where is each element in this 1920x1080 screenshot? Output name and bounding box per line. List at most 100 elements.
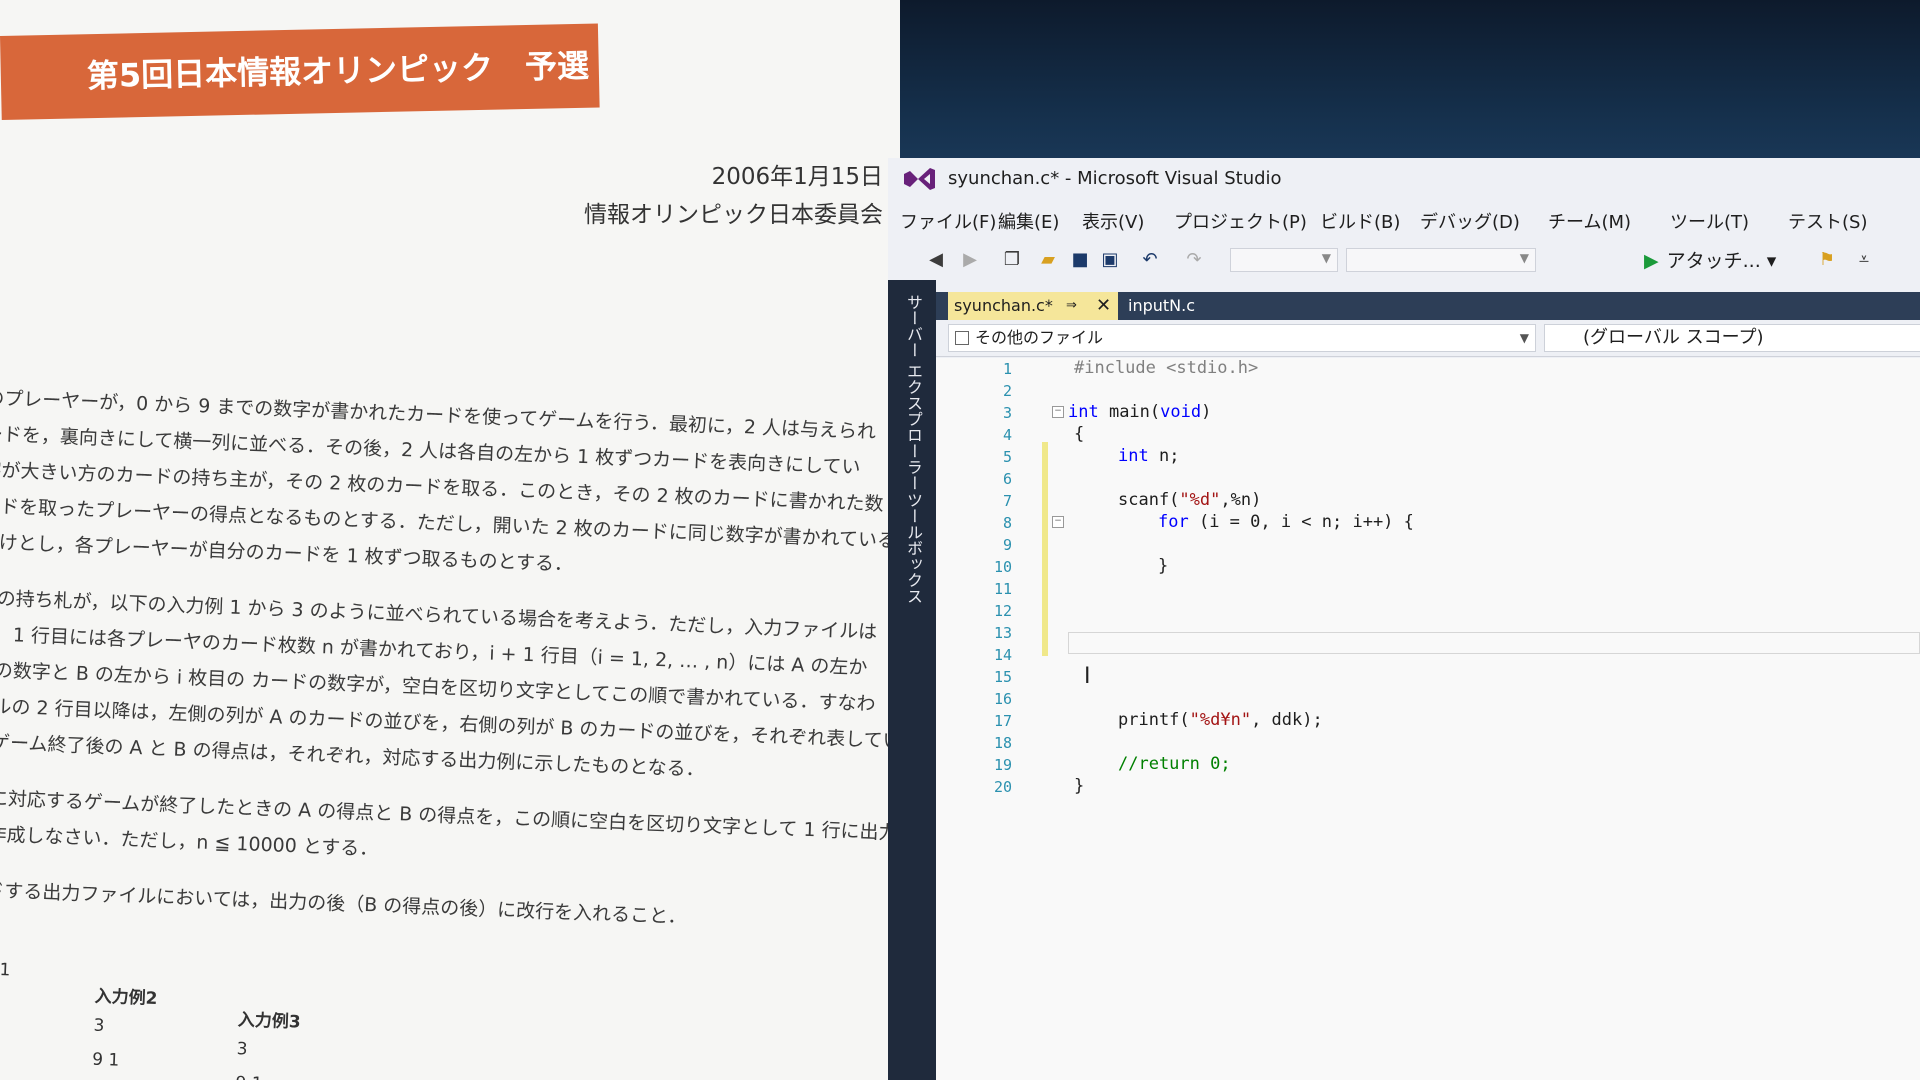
line-number: 18 xyxy=(993,734,1012,752)
code-line: } xyxy=(1158,556,1169,576)
line-number: 20 xyxy=(993,778,1012,796)
code-line: { xyxy=(1074,424,1085,444)
example3-line: 3 xyxy=(236,1039,248,1060)
line-number: 9 xyxy=(1002,536,1012,554)
chevron-down-icon: ▼ xyxy=(1519,331,1529,345)
find-icon[interactable]: ⚑ xyxy=(1814,248,1840,272)
attach-label: アタッチ... xyxy=(1666,250,1761,272)
line-number: 14 xyxy=(993,646,1012,664)
examples-block: 1 入力例2 3 9 1 入力例3 3 9 1 xyxy=(0,960,400,1080)
line-number: 19 xyxy=(993,756,1012,774)
menu-tools[interactable]: ツール(T) xyxy=(1670,208,1749,234)
code-token: n; xyxy=(1148,446,1180,466)
line-number-gutter: 1 2 3 4 5 6 7 8 9 10 11 12 13 14 15 16 1… xyxy=(936,358,1032,1080)
redo-icon[interactable]: ↷ xyxy=(1182,248,1206,272)
code-editor[interactable]: 1 2 3 4 5 6 7 8 9 10 11 12 13 14 15 16 1… xyxy=(936,358,1920,1080)
code-token: ) xyxy=(1201,402,1212,422)
solution-platform-dropdown[interactable]: ▼ xyxy=(1346,248,1536,272)
file-icon xyxy=(955,331,969,345)
code-line: //return 0; xyxy=(1118,754,1231,774)
menu-build[interactable]: ビルド(B) xyxy=(1320,208,1400,234)
forward-icon[interactable]: ▶ xyxy=(960,248,980,272)
file-scope-dropdown[interactable]: その他のファイル ▼ xyxy=(948,324,1536,352)
menu-team[interactable]: チーム(M) xyxy=(1548,208,1631,234)
menu-bar: ファイル(F) 編集(E) 表示(V) プロジェクト(P) ビルド(B) デバッ… xyxy=(888,202,1920,236)
current-line-highlight xyxy=(1068,632,1920,654)
save-all-icon[interactable]: ▣ xyxy=(1098,248,1122,272)
code-line: scanf("%d",%n) xyxy=(1118,490,1261,510)
new-project-icon[interactable]: ❐ xyxy=(1000,248,1024,272)
problem-document: 第5回日本情報オリンピック 予選 2006年1月15日 情報オリンピック日本委員… xyxy=(0,0,905,1080)
document-tabs: syunchan.c* ⇒ ✕ inputN.c xyxy=(936,292,1920,320)
desktop-background xyxy=(900,0,1920,180)
code-line: int main(void) xyxy=(1068,402,1211,422)
line-number: 7 xyxy=(1002,492,1012,510)
tab-syunchan[interactable]: syunchan.c* ⇒ ✕ xyxy=(948,292,1118,320)
line-number: 10 xyxy=(993,558,1012,576)
pin-icon[interactable]: ⇒ xyxy=(1066,292,1077,320)
window-title: syunchan.c* - Microsoft Visual Studio xyxy=(948,168,1282,189)
toolbar-overflow-icon[interactable]: ⩡ xyxy=(1854,248,1874,272)
menu-test[interactable]: テスト(S) xyxy=(1788,208,1867,234)
fold-toggle-icon[interactable]: − xyxy=(1052,406,1064,418)
code-token: main( xyxy=(1098,402,1161,422)
line-number: 17 xyxy=(993,712,1012,730)
keyword-token: int xyxy=(1118,446,1149,466)
visual-studio-window: syunchan.c* - Microsoft Visual Studio ファ… xyxy=(888,158,1920,1080)
example2-line: 9 1 xyxy=(91,1049,120,1071)
line-number: 1 xyxy=(1002,360,1012,378)
visual-studio-logo-icon xyxy=(904,168,935,190)
line-number: 11 xyxy=(993,580,1012,598)
code-line: for (i = 0, i < n; i++) { xyxy=(1158,512,1414,532)
back-icon[interactable]: ◀ xyxy=(924,248,948,272)
text-cursor-icon: I xyxy=(1084,664,1091,689)
menu-debug[interactable]: デバッグ(D) xyxy=(1420,208,1520,234)
line-number: 12 xyxy=(993,602,1012,620)
undo-icon[interactable]: ↶ xyxy=(1138,248,1162,272)
code-token: scanf( xyxy=(1118,490,1180,510)
menu-project[interactable]: プロジェクト(P) xyxy=(1174,208,1307,234)
keyword-token: void xyxy=(1160,402,1202,422)
file-scope-label: その他のファイル xyxy=(975,328,1104,347)
line-number: 4 xyxy=(1002,426,1012,444)
change-indicator-bar xyxy=(1042,442,1048,656)
code-token: ,%n) xyxy=(1220,490,1262,510)
line-number: 15 xyxy=(993,668,1012,686)
string-token: "%d¥n" xyxy=(1189,710,1252,730)
document-meta: 2006年1月15日 情報オリンピック日本委員会 xyxy=(584,158,883,234)
example-number: 1 xyxy=(0,960,11,981)
code-line: printf("%d¥n", ddk); xyxy=(1118,710,1323,730)
preprocessor-token: #include <stdio.h> xyxy=(1074,358,1259,378)
navigation-bar: その他のファイル ▼ (グローバル スコープ) xyxy=(936,322,1920,357)
keyword-token: int xyxy=(1068,402,1099,422)
document-date: 2006年1月15日 xyxy=(711,164,883,190)
example3-label: 入力例3 xyxy=(237,1010,302,1033)
save-icon[interactable]: ■ xyxy=(1068,248,1092,272)
menu-file[interactable]: ファイル(F) xyxy=(900,208,996,234)
code-token: , ddk); xyxy=(1251,710,1323,730)
keyword-token: for xyxy=(1158,512,1189,532)
tab-label: syunchan.c* xyxy=(954,296,1053,315)
open-file-icon[interactable]: ▰ xyxy=(1036,248,1060,272)
string-token: "%d" xyxy=(1179,490,1221,510)
document-banner: 第5回日本情報オリンピック 予選 xyxy=(0,23,600,120)
close-icon[interactable]: ✕ xyxy=(1096,292,1111,320)
attach-button[interactable]: ▶ アタッチ... ▾ xyxy=(1644,246,1776,273)
code-token: printf( xyxy=(1118,710,1190,730)
example3-line: 9 1 xyxy=(235,1073,263,1080)
tab-inputN[interactable]: inputN.c xyxy=(1122,292,1201,320)
line-number: 13 xyxy=(993,624,1012,642)
solution-config-dropdown[interactable]: ▼ xyxy=(1230,248,1338,272)
code-token: (i = 0, i < n; i++) { xyxy=(1188,512,1414,532)
problem-statement: のプレーヤーが，0 から 9 までの数字が書かれたカードを使ってゲームを行う．最… xyxy=(0,380,905,942)
line-number: 3 xyxy=(1002,404,1012,422)
line-number: 6 xyxy=(1002,470,1012,488)
toolbox-tab[interactable]: ツールボックス xyxy=(901,492,925,604)
menu-edit[interactable]: 編集(E) xyxy=(998,208,1059,234)
fold-toggle-icon[interactable]: − xyxy=(1052,516,1064,528)
global-scope-dropdown[interactable]: (グローバル スコープ) xyxy=(1544,324,1920,352)
start-debug-icon: ▶ xyxy=(1644,250,1659,272)
line-number: 16 xyxy=(993,690,1012,708)
server-explorer-tab[interactable]: サーバー エクスプローラー xyxy=(901,294,925,491)
menu-view[interactable]: 表示(V) xyxy=(1082,208,1144,234)
